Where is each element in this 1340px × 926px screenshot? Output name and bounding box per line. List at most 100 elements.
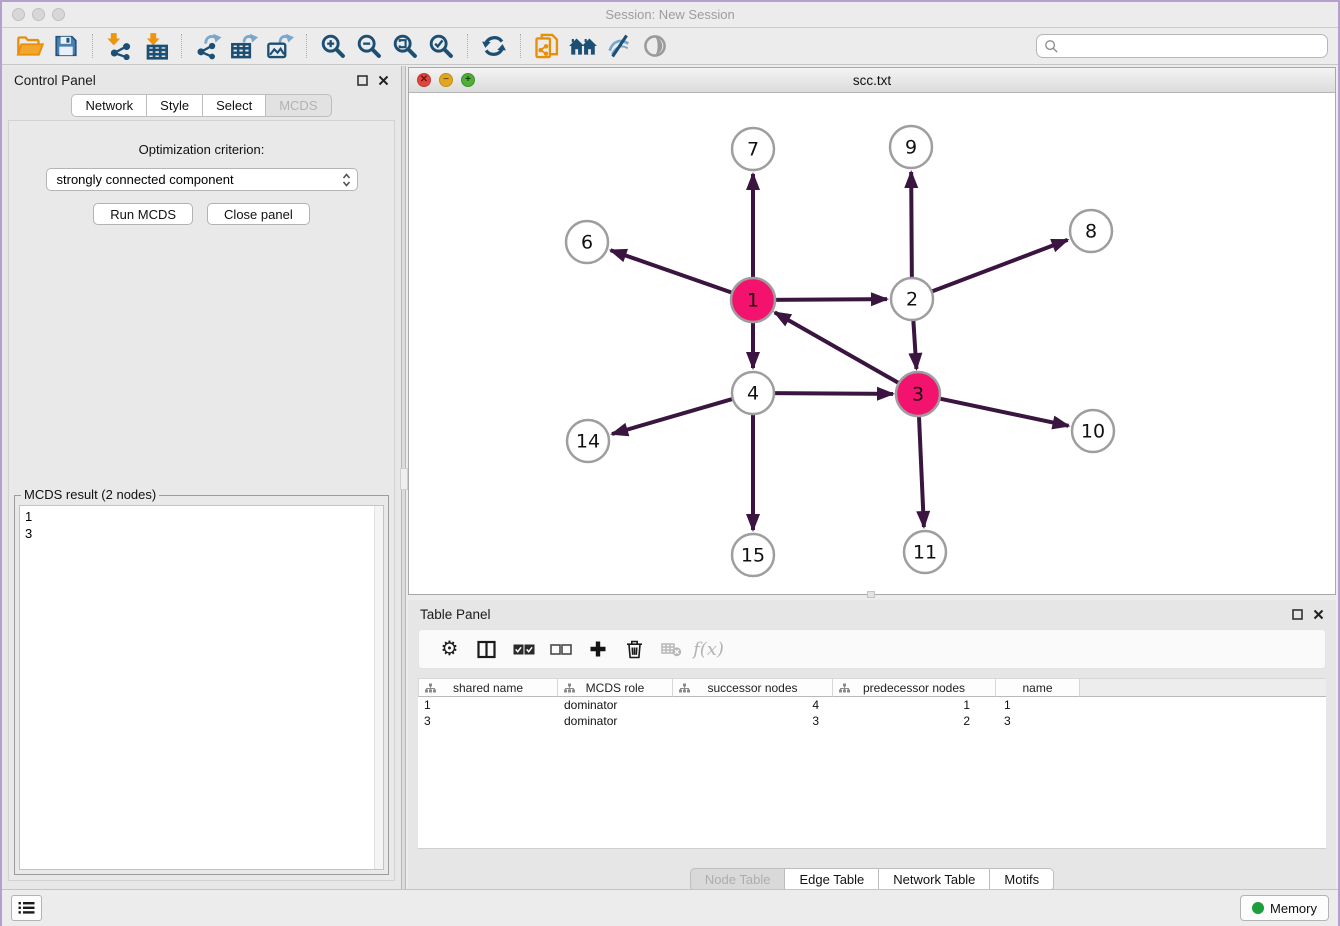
graph-node-15[interactable]: 15	[732, 534, 774, 576]
tab-node-table[interactable]: Node Table	[690, 868, 786, 891]
export-image-button[interactable]	[262, 30, 298, 62]
column-header-successor-nodes[interactable]: successor nodes	[673, 678, 833, 697]
panel-splitter[interactable]	[401, 66, 406, 889]
export-table-button[interactable]	[226, 30, 262, 62]
criterion-select[interactable]: strongly connected component	[46, 168, 358, 191]
graph-node-14[interactable]: 14	[567, 420, 609, 462]
zoom-out-icon	[355, 32, 383, 60]
graph-node-7[interactable]: 7	[732, 128, 774, 170]
float-table-panel-icon[interactable]	[1292, 609, 1303, 620]
tab-mcds[interactable]: MCDS	[265, 94, 331, 117]
graph-edge-2-8[interactable]	[930, 240, 1068, 292]
tab-edge-table[interactable]: Edge Table	[784, 868, 879, 891]
network-minimize-button[interactable]: −	[439, 73, 453, 87]
show-visuals-button[interactable]	[637, 30, 673, 62]
show-columns-button[interactable]	[468, 640, 505, 659]
graph-node-10[interactable]: 10	[1072, 410, 1114, 452]
column-tree-icon	[564, 683, 575, 693]
export-network-button[interactable]	[190, 30, 226, 62]
tab-select[interactable]: Select	[202, 94, 266, 117]
toolbar-separator	[520, 34, 521, 58]
table-cell[interactable]: 4	[673, 697, 833, 713]
add-column-button[interactable]	[579, 640, 616, 658]
tab-network[interactable]: Network	[71, 94, 147, 117]
graph-edge-1-2[interactable]	[772, 299, 887, 300]
table-cell[interactable]: dominator	[558, 697, 673, 713]
graph-node-6[interactable]: 6	[566, 221, 608, 263]
memory-button[interactable]: Memory	[1240, 895, 1329, 921]
close-panel-icon[interactable]	[378, 75, 389, 86]
table-row[interactable]: 1dominator411	[418, 697, 1326, 713]
graph-node-1[interactable]: 1	[731, 278, 775, 322]
graph-edge-4-14[interactable]	[612, 398, 735, 434]
search-box[interactable]	[1036, 34, 1328, 58]
network-maximize-button[interactable]: +	[461, 73, 475, 87]
graph-node-2[interactable]: 2	[891, 278, 933, 320]
import-network-button[interactable]	[101, 30, 137, 62]
table-cell[interactable]: 3	[418, 713, 558, 729]
graph-node-9[interactable]: 9	[890, 126, 932, 168]
graph-edge-4-3[interactable]	[772, 393, 893, 394]
graph-node-3[interactable]: 3	[896, 372, 940, 416]
table-row[interactable]: 3dominator323	[418, 713, 1326, 729]
table-cell[interactable]: dominator	[558, 713, 673, 729]
table-cell[interactable]: 1	[996, 697, 1080, 713]
homes-button[interactable]	[565, 30, 601, 62]
table-cell[interactable]: 1	[418, 697, 558, 713]
table-cell[interactable]: 3	[673, 713, 833, 729]
splitter-grip[interactable]	[400, 468, 408, 490]
close-table-panel-icon[interactable]	[1313, 609, 1324, 620]
deselect-all-columns-button[interactable]	[542, 644, 579, 655]
column-header-predecessor-nodes[interactable]: predecessor nodes	[833, 678, 996, 697]
float-panel-icon[interactable]	[357, 75, 368, 86]
hide-visuals-button[interactable]	[601, 30, 637, 62]
refresh-layout-button[interactable]	[476, 30, 512, 62]
table-cell[interactable]: 3	[996, 713, 1080, 729]
tab-network-table[interactable]: Network Table	[878, 868, 990, 891]
trash-icon	[626, 640, 643, 659]
table-cell[interactable]: 2	[833, 713, 996, 729]
run-mcds-button[interactable]: Run MCDS	[93, 203, 193, 225]
status-bar: Memory	[2, 889, 1338, 926]
window-titlebar: Session: New Session	[2, 2, 1338, 28]
network-resize-grip[interactable]	[867, 591, 875, 598]
table-cell[interactable]: 1	[833, 697, 996, 713]
delete-column-button[interactable]	[616, 640, 653, 659]
graph-edge-2-9[interactable]	[911, 172, 912, 280]
column-header-name[interactable]: name	[996, 678, 1080, 697]
control-panel-tabs: NetworkStyleSelectMCDS	[2, 94, 401, 117]
network-canvas[interactable]: 7 9 6 8 1 2 4 3 14 10 15 11	[409, 93, 1335, 594]
tab-motifs[interactable]: Motifs	[989, 868, 1054, 891]
network-window-titlebar[interactable]: ✕ − + scc.txt	[409, 68, 1335, 93]
close-panel-button[interactable]: Close panel	[207, 203, 310, 225]
mcds-result-text[interactable]: 13	[19, 505, 384, 870]
column-header-shared-name[interactable]: shared name	[418, 678, 558, 697]
log-console-button[interactable]	[11, 895, 42, 921]
graph-edge-3-1[interactable]	[775, 312, 902, 384]
column-header-MCDS-role[interactable]: MCDS role	[558, 678, 673, 697]
zoom-selected-button[interactable]	[423, 30, 459, 62]
save-session-button[interactable]	[48, 30, 84, 62]
delete-table-button	[653, 642, 690, 657]
open-session-button[interactable]	[12, 30, 48, 62]
graph-node-8[interactable]: 8	[1070, 210, 1112, 252]
tab-style[interactable]: Style	[146, 94, 203, 117]
graph-edge-2-3[interactable]	[913, 318, 916, 369]
zoom-out-button[interactable]	[351, 30, 387, 62]
duplicate-network-button[interactable]	[529, 30, 565, 62]
graph-edge-3-10[interactable]	[937, 398, 1069, 426]
memory-status-icon	[1252, 902, 1264, 914]
search-input[interactable]	[1059, 38, 1320, 54]
svg-text:11: 11	[913, 542, 937, 564]
zoom-fit-button[interactable]	[387, 30, 423, 62]
network-close-button[interactable]: ✕	[417, 73, 431, 87]
table-options-button[interactable]: ⚙	[431, 639, 468, 659]
graph-edge-1-6[interactable]	[611, 250, 735, 293]
select-all-columns-button[interactable]	[505, 644, 542, 655]
import-table-button[interactable]	[137, 30, 173, 62]
graph-node-4[interactable]: 4	[732, 372, 774, 414]
graph-node-11[interactable]: 11	[904, 531, 946, 573]
result-scrollbar[interactable]	[374, 506, 383, 869]
graph-edge-3-11[interactable]	[919, 413, 924, 527]
zoom-in-button[interactable]	[315, 30, 351, 62]
